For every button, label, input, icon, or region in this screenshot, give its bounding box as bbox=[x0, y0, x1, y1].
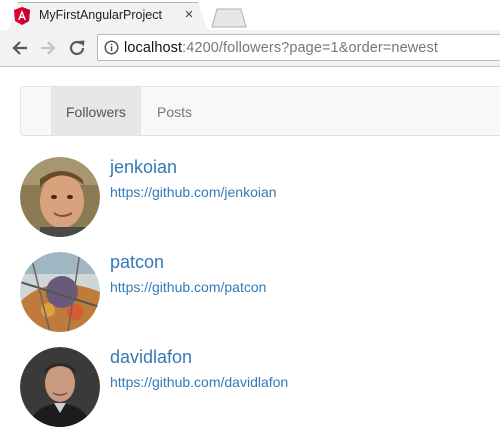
reload-icon[interactable] bbox=[66, 37, 88, 59]
new-tab-button[interactable] bbox=[211, 8, 247, 28]
angular-logo-icon bbox=[14, 7, 30, 25]
tab-title: MyFirstAngularProject bbox=[39, 8, 162, 22]
url-text: localhost:4200/followers?page=1&order=ne… bbox=[124, 40, 438, 56]
follower-item: jenkoian https://github.com/jenkoian bbox=[20, 157, 500, 239]
browser-tab-content: MyFirstAngularProject × bbox=[14, 2, 204, 30]
follower-login[interactable]: jenkoian bbox=[110, 157, 177, 178]
back-arrow-icon[interactable] bbox=[9, 37, 31, 59]
follower-login[interactable]: davidlafon bbox=[110, 347, 192, 368]
url-host: localhost bbox=[124, 40, 183, 56]
nav-tab-followers[interactable]: Followers bbox=[51, 87, 141, 135]
follower-login[interactable]: patcon bbox=[110, 252, 164, 273]
tab-close-icon[interactable]: × bbox=[181, 7, 197, 23]
avatar bbox=[20, 252, 100, 332]
browser-chrome: MyFirstAngularProject × localhost:4200/f… bbox=[0, 0, 500, 67]
follower-url-link[interactable]: https://github.com/jenkoian bbox=[110, 184, 277, 200]
url-path: :4200/followers?page=1&order=newest bbox=[182, 40, 438, 56]
tab-strip: MyFirstAngularProject × bbox=[0, 0, 500, 32]
info-icon[interactable] bbox=[104, 40, 119, 55]
forward-arrow-icon[interactable] bbox=[37, 37, 59, 59]
navbar: Followers Posts bbox=[20, 86, 500, 136]
browser-toolbar: localhost:4200/followers?page=1&order=ne… bbox=[0, 30, 500, 67]
nav-tab-posts[interactable]: Posts bbox=[142, 87, 207, 135]
follower-item: patcon https://github.com/patcon bbox=[20, 252, 500, 334]
follower-item: davidlafon https://github.com/davidlafon bbox=[20, 347, 500, 429]
follower-url-link[interactable]: https://github.com/patcon bbox=[110, 279, 266, 295]
avatar bbox=[20, 347, 100, 427]
avatar bbox=[20, 157, 100, 237]
address-bar[interactable]: localhost:4200/followers?page=1&order=ne… bbox=[97, 34, 500, 61]
follower-url-link[interactable]: https://github.com/davidlafon bbox=[110, 374, 288, 390]
